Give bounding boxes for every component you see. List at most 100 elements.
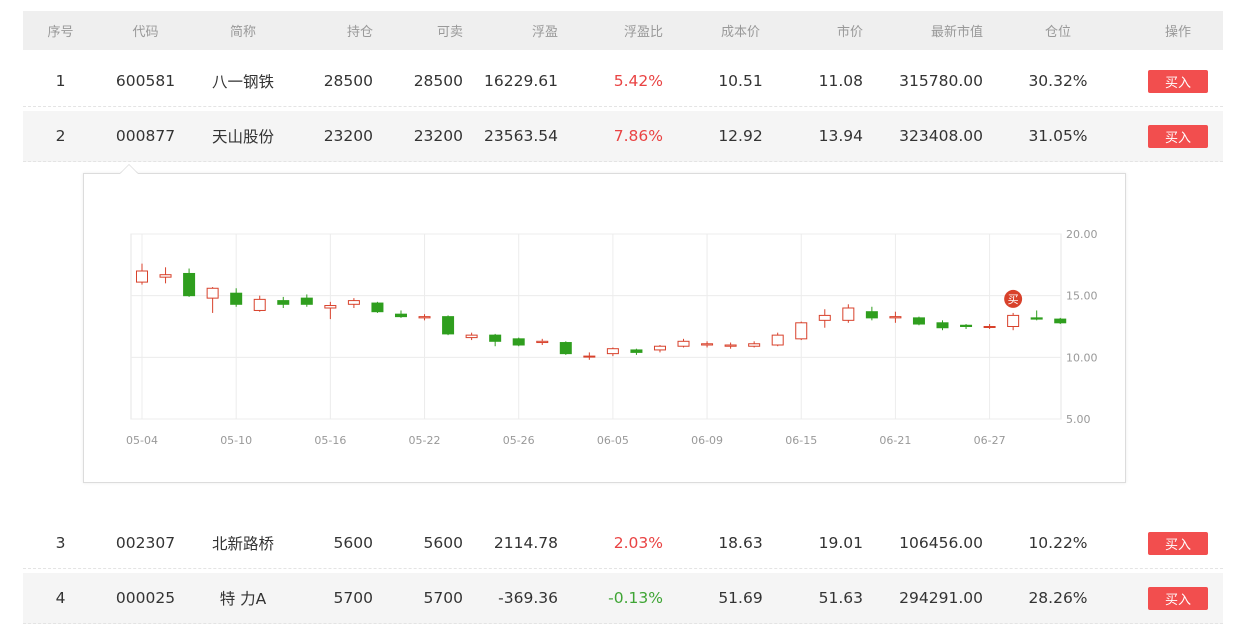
candle xyxy=(206,287,219,313)
candle-body xyxy=(536,340,549,344)
candle-body xyxy=(818,314,831,321)
candle xyxy=(936,320,949,331)
candle-body xyxy=(300,297,313,305)
header-price: 市价 xyxy=(836,25,863,40)
candle-body xyxy=(912,317,925,325)
candle-body xyxy=(936,322,949,329)
stock-code: 000025 xyxy=(115,589,176,607)
position-ratio: 28.26% xyxy=(1028,589,1088,607)
candle-body xyxy=(253,298,266,311)
stock-code: 000877 xyxy=(115,127,176,145)
candle-body xyxy=(748,343,761,347)
buy-button[interactable]: 买入 xyxy=(1148,586,1208,610)
y-tick-label: 20.00 xyxy=(1066,228,1098,241)
buy-button[interactable]: 买入 xyxy=(1148,531,1208,555)
candle xyxy=(748,341,761,348)
sellable-qty: 23200 xyxy=(413,127,463,145)
cost-price: 18.63 xyxy=(718,534,763,552)
table-row[interactable]: 4 000025 特 力A 5700 5700 -369.36 -0.13% 5… xyxy=(23,573,1223,624)
market-value: 323408.00 xyxy=(899,127,983,145)
candle-body xyxy=(418,316,431,319)
header-float-pl-ratio: 浮盈比 xyxy=(623,25,663,40)
y-tick-label: 10.00 xyxy=(1066,351,1098,364)
market-value: 294291.00 xyxy=(899,589,983,607)
candle-body xyxy=(371,302,384,313)
action-cell: 买入 xyxy=(1148,111,1208,161)
stock-name: 八一钢铁 xyxy=(211,73,274,91)
y-tick-label: 15.00 xyxy=(1066,290,1098,303)
row-index: 3 xyxy=(55,534,66,552)
header-action: 操作 xyxy=(1164,25,1191,40)
candle-body xyxy=(442,316,455,335)
x-tick-label: 06-05 xyxy=(597,434,629,447)
candle xyxy=(465,332,478,341)
action-cell: 买入 xyxy=(1148,56,1208,106)
candle xyxy=(230,288,243,307)
candle-body xyxy=(347,300,360,305)
table-row[interactable]: 1 600581 八一钢铁 28500 28500 16229.61 5.42%… xyxy=(23,56,1223,107)
market-value: 106456.00 xyxy=(899,534,983,552)
stock-name: 北新路桥 xyxy=(211,535,274,553)
candle-body xyxy=(701,343,714,346)
candle-body xyxy=(206,287,219,299)
x-tick-label: 06-21 xyxy=(879,434,911,447)
popover-caret-fill xyxy=(120,165,138,174)
candle xyxy=(300,294,313,307)
candle-body xyxy=(889,316,902,319)
candle xyxy=(347,298,360,308)
x-tick-label: 05-04 xyxy=(126,434,158,447)
table-row[interactable]: 3 002307 北新路桥 5600 5600 2114.78 2.03% 18… xyxy=(23,518,1223,569)
stock-code: 600581 xyxy=(115,72,176,90)
row-index: 1 xyxy=(55,72,66,90)
holding-qty: 5600 xyxy=(333,534,373,552)
sellable-qty: 5700 xyxy=(423,589,463,607)
candle xyxy=(253,295,266,312)
position-ratio: 31.05% xyxy=(1028,127,1088,145)
candle-body xyxy=(489,334,502,342)
candle xyxy=(701,341,714,348)
candle-body xyxy=(1007,314,1020,327)
header-sellable: 可卖 xyxy=(436,25,463,40)
candle-body xyxy=(324,305,337,309)
float-pl: -369.36 xyxy=(498,589,558,607)
candle xyxy=(394,310,407,318)
candle xyxy=(960,324,973,329)
candle-body xyxy=(795,322,808,340)
table-row[interactable]: 2 000877 天山股份 23200 23200 23563.54 7.86%… xyxy=(23,111,1223,162)
candle xyxy=(983,324,996,329)
candle xyxy=(159,267,172,284)
cost-price: 12.92 xyxy=(718,127,763,145)
candle xyxy=(842,304,855,323)
buy-button[interactable]: 买入 xyxy=(1148,69,1208,93)
candle-body xyxy=(512,338,525,346)
candle xyxy=(771,332,784,347)
candle xyxy=(865,306,878,321)
row-index: 4 xyxy=(55,589,66,607)
float-pl: 2114.78 xyxy=(493,534,558,552)
candle-body xyxy=(394,313,407,318)
candle-body xyxy=(559,342,572,355)
candle xyxy=(653,345,666,353)
stock-code: 002307 xyxy=(115,534,176,552)
candle xyxy=(1054,317,1067,325)
header-name: 简称 xyxy=(229,25,256,40)
candle-body xyxy=(277,300,290,305)
candle xyxy=(630,348,643,355)
candle xyxy=(1030,310,1043,321)
holding-qty: 28500 xyxy=(323,72,373,90)
x-tick-label: 06-09 xyxy=(691,434,723,447)
holding-qty: 5700 xyxy=(333,589,373,607)
candle-body xyxy=(465,334,478,339)
candle xyxy=(677,338,690,348)
header-market-value: 最新市值 xyxy=(930,25,983,40)
header-position: 仓位 xyxy=(1044,25,1071,40)
float-pl-ratio: 7.86% xyxy=(613,127,663,145)
header-holding: 持仓 xyxy=(346,25,373,40)
buy-button[interactable]: 买入 xyxy=(1148,124,1208,148)
candle xyxy=(512,337,525,347)
kline-chart: 20.00 15.00 10.00 5.00 05-04 05-10 05-16 05-22 0… xyxy=(126,228,1098,447)
x-tick-label: 05-10 xyxy=(220,434,252,447)
candle xyxy=(277,296,290,308)
candle xyxy=(912,316,925,326)
x-tick-label: 05-22 xyxy=(409,434,441,447)
